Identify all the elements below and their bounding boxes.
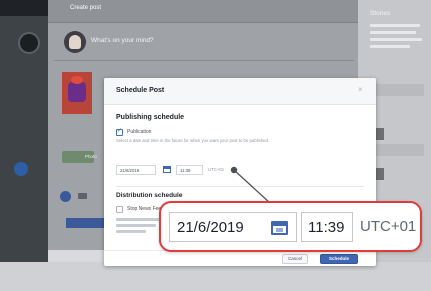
time-input[interactable]: 11:39 — [176, 165, 203, 175]
create-post-header: Create post — [48, 0, 358, 23]
bottom-area — [0, 262, 431, 291]
publication-description: Select a date and time in the future for… — [116, 138, 270, 143]
right-sidebar-text-line — [370, 31, 416, 34]
dialog-header: Schedule Post × — [104, 78, 376, 105]
publication-checkbox[interactable] — [116, 127, 123, 136]
right-sidebar-item[interactable] — [368, 84, 424, 96]
right-sidebar-text-line — [370, 45, 410, 48]
left-nav-strip — [0, 0, 48, 291]
right-sidebar-item[interactable] — [368, 144, 424, 156]
photo-label: Photo — [85, 154, 97, 159]
magnified-timezone-label: UTC+01 — [360, 218, 417, 235]
distribution-description-line — [116, 218, 162, 221]
right-sidebar-text-line — [370, 38, 422, 41]
check-badge-icon — [60, 191, 71, 202]
stop-news-feed-checkbox[interactable] — [116, 206, 123, 213]
whats-on-mind-prompt[interactable]: What's on your mind? — [91, 37, 154, 44]
timezone-label: UTC+01 — [208, 167, 225, 172]
magnified-time-value: 11:39 — [308, 219, 345, 236]
calendar-icon[interactable] — [163, 166, 171, 173]
screenshot-frame: Create post What's on your mind? Photo S… — [0, 0, 431, 291]
publication-label: Publication — [127, 129, 152, 135]
distribution-description-line — [116, 230, 146, 233]
left-avatar[interactable] — [18, 32, 40, 54]
publishing-schedule-heading: Publishing schedule — [116, 114, 185, 121]
photo-button[interactable]: Photo — [62, 151, 97, 163]
date-input[interactable]: 21/6/2019 — [116, 165, 156, 175]
schedule-button[interactable]: Schedule — [320, 254, 358, 264]
left-nav-top — [0, 0, 48, 16]
magnified-date-value: 21/6/2019 — [177, 219, 244, 236]
distribution-schedule-heading: Distribution schedule — [116, 192, 183, 199]
post-image-thumbnail — [62, 72, 92, 114]
right-sidebar-text-line — [370, 24, 420, 27]
cancel-button[interactable]: Cancel — [282, 254, 308, 264]
time-input-value: 11:39 — [180, 168, 191, 173]
card-divider — [54, 60, 354, 61]
dialog-title: Schedule Post — [116, 87, 165, 94]
calendar-icon[interactable] — [271, 221, 288, 235]
close-icon[interactable]: × — [358, 86, 363, 94]
magnified-time-input[interactable]: 11:39 — [301, 212, 353, 242]
create-post-label: Create post — [70, 5, 102, 11]
right-sidebar-title: Stories — [370, 10, 391, 17]
dialog-divider — [116, 186, 364, 187]
post-avatar — [64, 31, 86, 53]
date-input-value: 21/6/2019 — [120, 168, 140, 173]
message-icon — [78, 193, 87, 199]
distribution-description-line — [116, 224, 156, 227]
left-notification-dot — [14, 162, 28, 176]
magnified-datetime-callout: 21/6/2019 11:39 UTC+01 — [159, 201, 422, 252]
